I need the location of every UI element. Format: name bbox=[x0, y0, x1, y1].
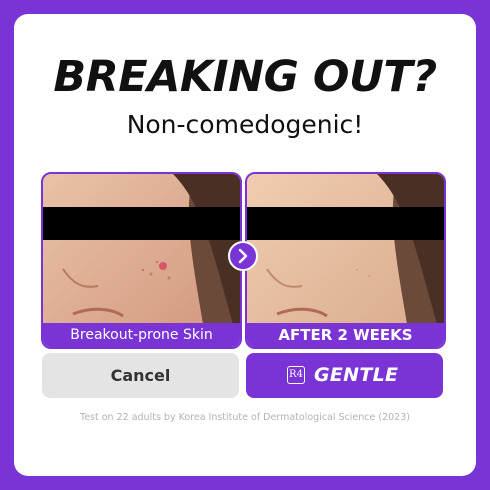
footnote: Test on 22 adults by Korea Institute of … bbox=[80, 412, 410, 423]
subheadline: Non-comedogenic! bbox=[126, 110, 364, 139]
cancel-button[interactable]: Cancel bbox=[42, 353, 239, 398]
eye-censor-bar bbox=[247, 207, 444, 240]
gentle-button[interactable]: R4 GENTLE bbox=[246, 353, 443, 398]
gentle-label: GENTLE bbox=[314, 364, 399, 386]
r4-logo-icon: R4 bbox=[287, 366, 305, 384]
after-label: AFTER 2 WEEKS bbox=[247, 323, 444, 347]
chevron-right-icon bbox=[228, 241, 258, 271]
before-photo bbox=[43, 174, 240, 324]
before-label: Breakout-prone Skin bbox=[43, 323, 240, 347]
eye-censor-bar bbox=[43, 207, 240, 240]
after-photo bbox=[247, 174, 444, 324]
headline: BREAKING OUT? bbox=[53, 52, 437, 102]
after-panel: AFTER 2 WEEKS bbox=[245, 172, 446, 349]
before-panel: Breakout-prone Skin bbox=[41, 172, 242, 349]
